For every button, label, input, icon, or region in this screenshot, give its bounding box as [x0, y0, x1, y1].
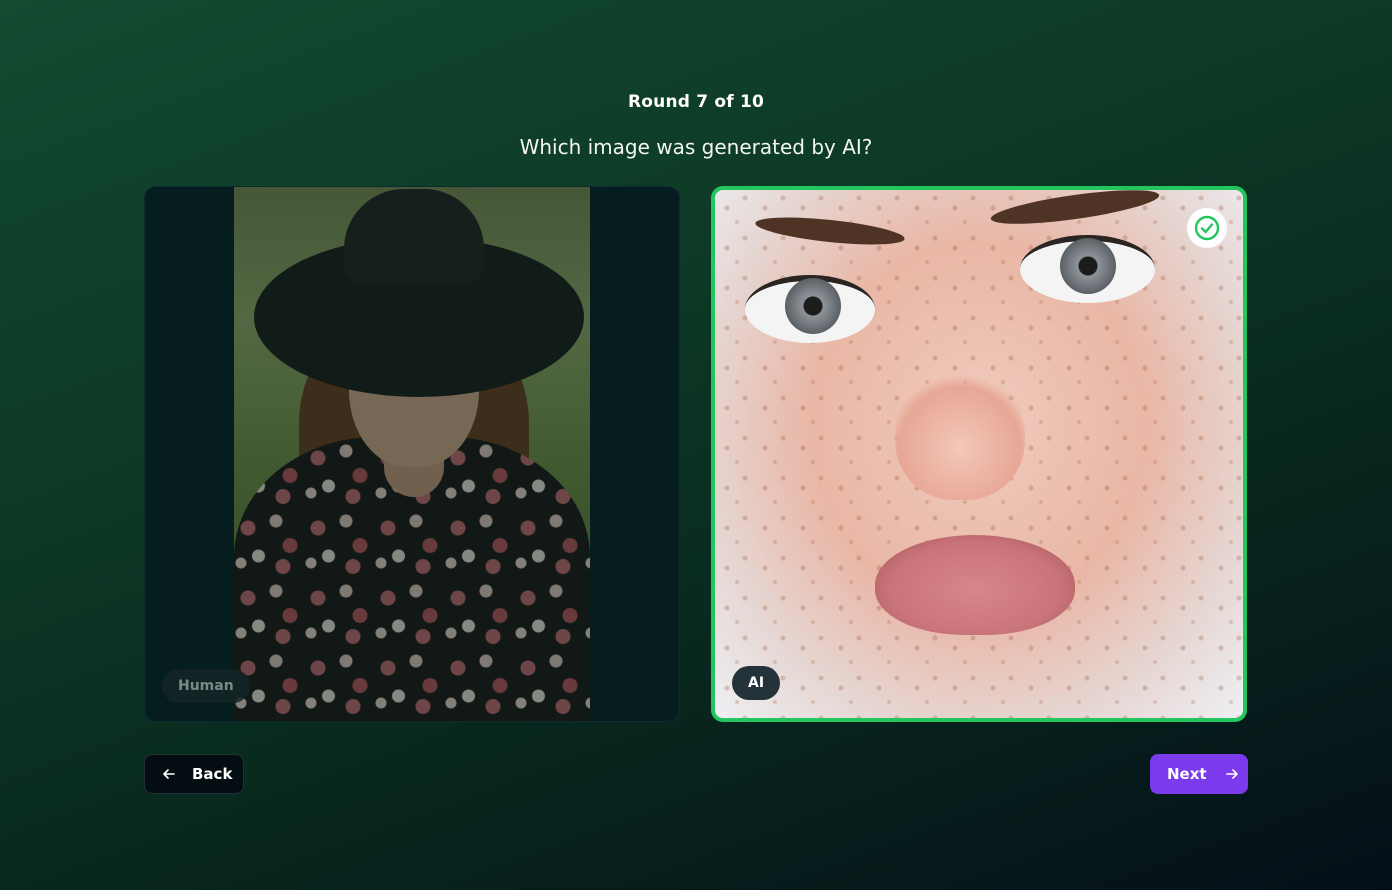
image-option-left[interactable]: Human: [144, 186, 680, 722]
ai-label: AI: [732, 666, 781, 700]
question-prompt: Which image was generated by AI?: [519, 135, 873, 159]
image-option-right[interactable]: AI: [711, 186, 1247, 722]
back-button[interactable]: Back: [144, 754, 244, 794]
next-button[interactable]: Next: [1150, 754, 1248, 794]
back-label: Back: [192, 765, 233, 783]
arrow-right-icon: [1225, 767, 1239, 781]
freckled-face-photo: [715, 190, 1243, 718]
check-circle-icon: [1187, 208, 1227, 248]
round-indicator: Round 7 of 10: [627, 92, 765, 112]
arrow-left-icon: [162, 767, 176, 781]
dim-overlay: [145, 187, 679, 721]
next-label: Next: [1167, 765, 1207, 783]
human-label: Human: [162, 669, 250, 703]
